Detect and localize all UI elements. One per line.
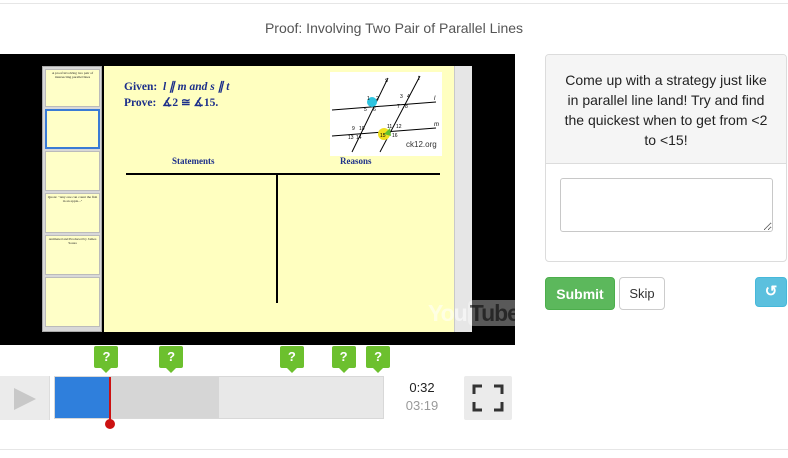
- playhead[interactable]: [104, 377, 115, 429]
- prove-label: Prove:: [124, 97, 157, 109]
- play-button[interactable]: [0, 376, 50, 420]
- total-time: 03:19: [405, 398, 439, 413]
- slide-thumbnail: A proof involving two pair of intersecti…: [45, 69, 100, 107]
- given-expression: l ∥ m and s ∥ t: [162, 81, 230, 93]
- watermark-you: You: [428, 300, 468, 326]
- question-marker[interactable]: ?: [366, 346, 391, 373]
- question-marker[interactable]: ?: [331, 346, 356, 373]
- slide-thumbnail-active: [45, 109, 100, 149]
- slide-thumbnail-panel: A proof involving two pair of intersecti…: [42, 66, 102, 332]
- progress-track[interactable]: [54, 376, 384, 429]
- angle-label: 5: [364, 107, 367, 113]
- angle-label: 4: [407, 94, 410, 100]
- slide-thumbnail: [45, 277, 100, 327]
- question-marker[interactable]: ?: [159, 346, 184, 373]
- question-marker[interactable]: ?: [279, 346, 304, 373]
- proof-table-vertical-rule: [276, 173, 278, 303]
- question-panel: Come up with a strategy just like in par…: [545, 54, 787, 262]
- submit-button[interactable]: Submit: [545, 277, 615, 310]
- angle-label: 8: [405, 104, 408, 110]
- angle-label: 16: [392, 133, 398, 139]
- angle-label: 6: [373, 107, 376, 113]
- angle-label: 13: [348, 135, 354, 141]
- skip-button[interactable]: Skip: [619, 277, 665, 310]
- angle-label: 12: [396, 124, 402, 130]
- page-title: Proof: Involving Two Pair of Parallel Li…: [264, 20, 524, 36]
- slide-thumbnail: Quote: "Any one can count the fish in an…: [45, 193, 100, 233]
- question-marker[interactable]: ?: [94, 346, 119, 373]
- watermark-tube: Tube: [467, 300, 515, 326]
- angle-label: 10: [359, 126, 365, 132]
- angle-label: 2: [376, 96, 379, 102]
- top-divider: [0, 3, 788, 4]
- line-s-label: s: [385, 78, 388, 84]
- line-l-label: l: [434, 96, 436, 102]
- reasons-header: Reasons: [340, 156, 372, 166]
- fullscreen-icon: [472, 384, 504, 412]
- given-label: Given:: [124, 81, 158, 93]
- prove-expression: ∡2 ≅ ∡15.: [162, 97, 219, 109]
- question-prompt: Come up with a strategy just like in par…: [546, 55, 786, 164]
- reset-icon: ↺: [764, 283, 778, 300]
- fullscreen-button[interactable]: [464, 376, 512, 420]
- statements-header: Statements: [172, 156, 215, 166]
- progress-played: [55, 377, 110, 418]
- playhead-knob[interactable]: [104, 419, 115, 429]
- youtube-watermark[interactable]: You Tube: [428, 300, 515, 327]
- bottom-divider: [0, 449, 788, 450]
- answer-input[interactable]: [560, 178, 773, 232]
- line-m-label: m: [434, 122, 439, 128]
- slide-site-label: ck12.org: [406, 140, 437, 149]
- angle-label: 11: [387, 124, 392, 130]
- play-icon: [14, 388, 36, 410]
- slide-scroll-edge: [454, 66, 472, 332]
- angle-label: 3: [400, 94, 403, 100]
- angle-label: 14: [356, 135, 362, 141]
- video-player[interactable]: A proof involving two pair of intersecti…: [0, 54, 515, 345]
- given-prove-text: Given: l ∥ m and s ∥ t Prove: ∡2 ≅ ∡15.: [124, 79, 229, 111]
- angle-label: 1: [367, 96, 370, 102]
- current-slide: Given: l ∥ m and s ∥ t Prove: ∡2 ≅ ∡15. …: [104, 66, 454, 332]
- angle-label: 15: [380, 133, 386, 139]
- slide-thumbnail: [45, 151, 100, 191]
- slide-thumbnail: Animated and Produced by James Sousa: [45, 235, 100, 275]
- page-root: Proof: Involving Two Pair of Parallel Li…: [0, 0, 788, 458]
- proof-table-horizontal-rule: [126, 173, 440, 175]
- angle-label: 7: [397, 104, 400, 110]
- current-time: 0:32: [409, 380, 435, 395]
- angle-label: 9: [352, 126, 355, 132]
- reset-button[interactable]: ↺: [755, 277, 787, 307]
